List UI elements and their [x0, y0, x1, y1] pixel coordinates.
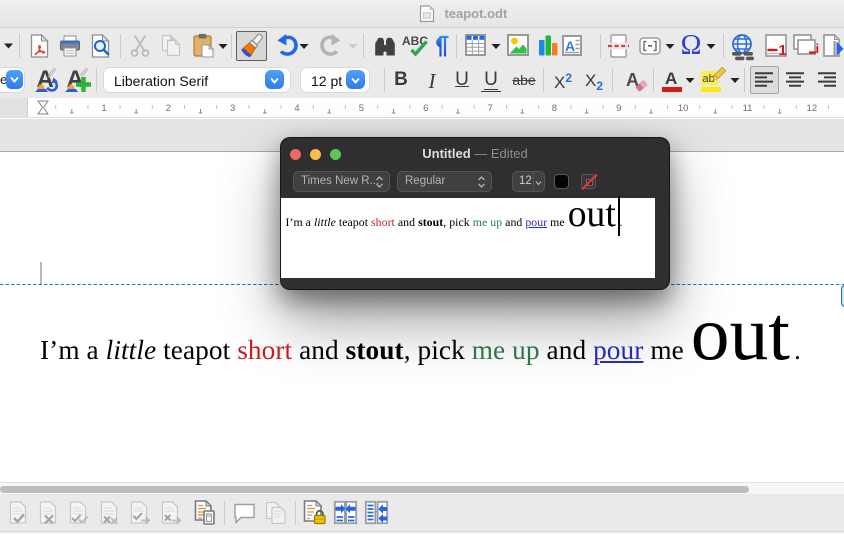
svg-text:6: 6 — [423, 103, 428, 114]
svg-text:1: 1 — [779, 42, 787, 58]
svg-text:11: 11 — [743, 103, 753, 114]
svg-text:7: 7 — [487, 103, 492, 114]
svg-text:A: A — [665, 69, 677, 88]
svg-text:9: 9 — [616, 103, 621, 114]
svg-text:ab: ab — [703, 73, 715, 85]
svg-text:10: 10 — [678, 103, 689, 114]
svg-text:A: A — [565, 38, 575, 54]
svg-text:8: 8 — [552, 103, 557, 114]
svg-text:3: 3 — [230, 103, 235, 114]
svg-text:2: 2 — [166, 103, 171, 114]
svg-text:5: 5 — [359, 103, 364, 114]
svg-text:12: 12 — [807, 103, 818, 114]
svg-text:1: 1 — [101, 103, 106, 114]
svg-text:4: 4 — [294, 103, 299, 114]
svg-text:i: i — [816, 41, 820, 56]
